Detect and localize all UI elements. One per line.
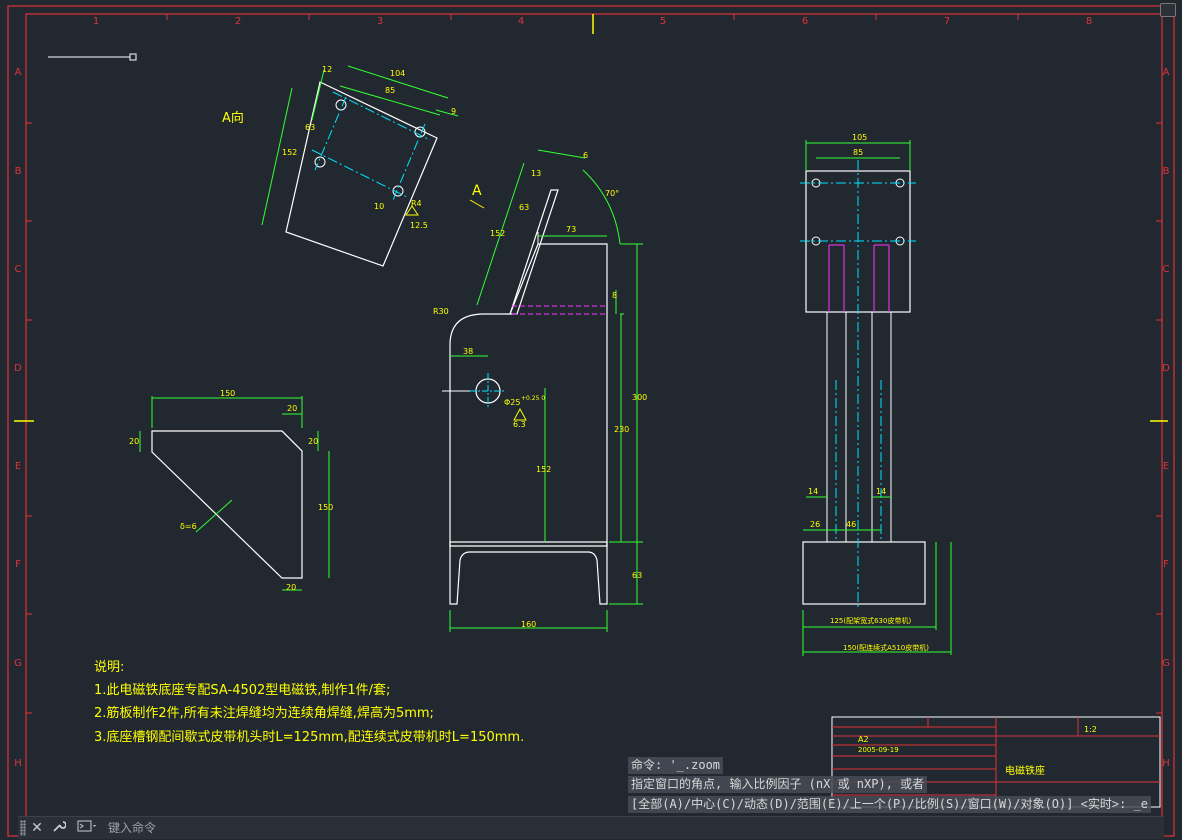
drag-grip-icon[interactable] [20, 820, 26, 836]
notes-line: 3.底座槽钢配间歇式皮带机头时L=125mm,配连续式皮带机时L=150mm. [94, 729, 524, 745]
row-label: G [1162, 658, 1170, 669]
command-prompt-icon[interactable] [76, 819, 100, 837]
dim-20: 20 [286, 583, 296, 592]
dim-152: 152 [490, 229, 505, 238]
title-block[interactable]: A2 1:2 2005-09-19 电磁铁座 [831, 716, 1161, 808]
dim-63: 63 [305, 123, 315, 132]
dim-73: 73 [566, 225, 576, 234]
dim-150: 150(配连续式A510皮带机) [843, 643, 929, 652]
row-label: D [14, 363, 22, 374]
close-icon[interactable]: ✕ [28, 819, 46, 837]
dim-85: 85 [853, 148, 863, 157]
dim-125: 125(配架宽式630皮带机) [830, 616, 911, 625]
dim-13: 13 [531, 169, 541, 178]
inner-drawing-border [25, 13, 1163, 825]
dim-150v: 150 [318, 503, 333, 512]
column-label: 6 [802, 16, 808, 27]
cursor-pickbox [129, 53, 137, 61]
dim-46: 46 [846, 520, 856, 529]
command-history-line: 命令: '_.zoom [628, 757, 724, 774]
date: 2005-09-19 [858, 746, 899, 754]
dim-12-5: 12.5 [410, 221, 428, 230]
dim-230: 230 [614, 425, 629, 434]
column-label: 5 [660, 16, 666, 27]
row-label: H [1162, 758, 1170, 769]
row-label: G [14, 658, 22, 669]
command-history-line: [全部(A)/中心(C)/动态(D)/范围(E)/上一个(P)/比例(S)/窗口… [628, 796, 1151, 813]
column-label: 7 [944, 16, 950, 27]
column-label: 3 [377, 16, 383, 27]
column-label: 2 [235, 16, 241, 27]
dim-85: 85 [385, 86, 395, 95]
dim-20: 20 [129, 437, 139, 446]
viewport-control-button[interactable] [1160, 3, 1176, 17]
row-label: F [1163, 559, 1169, 570]
gusset-view[interactable]: 150 20 20 20 150 20 δ=6 [129, 389, 333, 592]
dim-300: 300 [632, 393, 647, 402]
dim-10: 10 [374, 202, 384, 211]
dim-12: 12 [322, 65, 332, 74]
dim-63b: 63 [632, 571, 642, 580]
dim-6: 6 [583, 151, 588, 160]
wrench-icon[interactable] [50, 819, 68, 837]
command-history-line: 指定窗口的角点, 输入比例因子 (nX 或 nXP), 或者 [628, 776, 928, 793]
dim-6-3: 6.3 [513, 420, 526, 429]
command-input[interactable] [104, 819, 1152, 837]
notes-line: 2.筋板制作2件,所有未注焊缝均为连续角焊缝,焊高为5mm; [94, 705, 434, 721]
row-label: B [1163, 166, 1170, 177]
dim-63: 63 [519, 203, 529, 212]
dim-150: 150 [220, 389, 235, 398]
view-a[interactable]: A向 104 85 12 9 63 152 10 R4 12.5 [222, 65, 459, 267]
column-label: 1 [93, 16, 99, 27]
row-label: A [15, 67, 22, 78]
row-label: C [1163, 264, 1170, 275]
notes-line: 1.此电磁铁底座专配SA-4502型电磁铁,制作1件/套; [94, 682, 390, 698]
dim-38: 38 [463, 347, 473, 356]
dim-20: 20 [287, 404, 297, 413]
dim-160: 160 [521, 620, 536, 629]
dim-r30: R30 [433, 307, 449, 316]
row-label: B [15, 166, 22, 177]
dim-14: 14 [808, 487, 818, 496]
command-line-bar[interactable]: ✕ [18, 816, 1164, 839]
row-label: C [15, 264, 22, 275]
paper-size: A2 [858, 735, 869, 744]
dim-9: 9 [451, 107, 456, 116]
column-label: 8 [1086, 16, 1092, 27]
view-a-label: A向 [222, 110, 244, 126]
view-arrow-label: A [472, 183, 482, 199]
dim-152: 152 [282, 148, 297, 157]
row-label: E [1163, 461, 1169, 472]
drawing-canvas[interactable]: 1 2 3 4 5 6 7 8 A B C D E F G H A B C D … [0, 0, 1182, 840]
row-label: H [14, 758, 22, 769]
dim-26: 26 [810, 520, 820, 529]
dim-14: 14 [876, 487, 886, 496]
notes: 说明: 1.此电磁铁底座专配SA-4502型电磁铁,制作1件/套; 2.筋板制作… [94, 660, 524, 745]
dim-152b: 152 [536, 465, 551, 474]
row-label: F [15, 559, 21, 570]
side-view[interactable]: A 152 63 13 6 70° 73 8 R30 38 Φ25 +0.25 … [405, 149, 647, 632]
column-label: 4 [518, 16, 524, 27]
scale: 1:2 [1084, 725, 1097, 734]
row-label: A [1163, 67, 1170, 78]
dim-tolerance: +0.25 0 [521, 395, 545, 402]
dim-8: 8 [612, 291, 617, 300]
dim-dia25: Φ25 [504, 398, 520, 407]
dim-105: 105 [852, 133, 867, 142]
notes-title: 说明: [94, 660, 124, 675]
dim-20: 20 [308, 437, 318, 446]
front-view[interactable]: 105 85 14 14 26 46 125(配架宽式630皮带机) 150(配… [800, 133, 952, 656]
row-label: E [15, 461, 21, 472]
dim-angle: 70° [605, 189, 619, 198]
drawing-name: 电磁铁座 [1005, 764, 1045, 777]
dim-thickness: δ=6 [180, 522, 197, 531]
dim-104: 104 [390, 69, 405, 78]
row-label: D [1162, 363, 1170, 374]
